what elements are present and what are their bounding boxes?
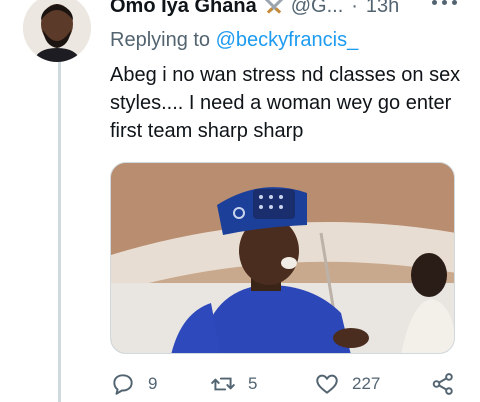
tweet-actions: 9 5 227 xyxy=(110,370,470,398)
replying-to-line: Replying to @beckyfrancis_ xyxy=(110,29,358,52)
replying-prefix: Replying to xyxy=(110,29,211,51)
replying-to-mention[interactable]: @beckyfrancis_ xyxy=(216,29,359,51)
reply-count: 9 xyxy=(148,374,158,393)
thread-line xyxy=(58,62,61,402)
reply-button[interactable]: 9 xyxy=(110,370,157,398)
more-options-icon[interactable] xyxy=(432,0,458,8)
photo-of-man-in-blue-cap-icon xyxy=(111,163,454,353)
tweet-text: Abeg i no wan stress nd classes on sex s… xyxy=(110,64,461,142)
share-icon xyxy=(432,373,453,395)
retweet-count: 5 xyxy=(248,374,258,393)
avatar[interactable] xyxy=(23,0,91,62)
retweet-button[interactable]: 5 xyxy=(210,370,257,398)
tweet-header: Omo Iya Ghana @G... · 13h xyxy=(110,0,470,18)
like-button[interactable]: 227 xyxy=(314,370,380,398)
reply-icon xyxy=(113,374,133,395)
like-count: 227 xyxy=(352,374,381,393)
tweet-time[interactable]: 13h xyxy=(366,0,399,18)
tweet-media[interactable] xyxy=(110,162,455,354)
avatar-image xyxy=(23,0,91,62)
crossed-swords-icon xyxy=(263,0,285,16)
author-handle[interactable]: @G... xyxy=(291,0,344,18)
retweet-icon xyxy=(211,377,235,391)
share-button[interactable] xyxy=(430,370,456,398)
author-name[interactable]: Omo Iya Ghana xyxy=(110,0,257,18)
separator-dot: · xyxy=(351,0,358,17)
heart-icon xyxy=(316,374,338,394)
